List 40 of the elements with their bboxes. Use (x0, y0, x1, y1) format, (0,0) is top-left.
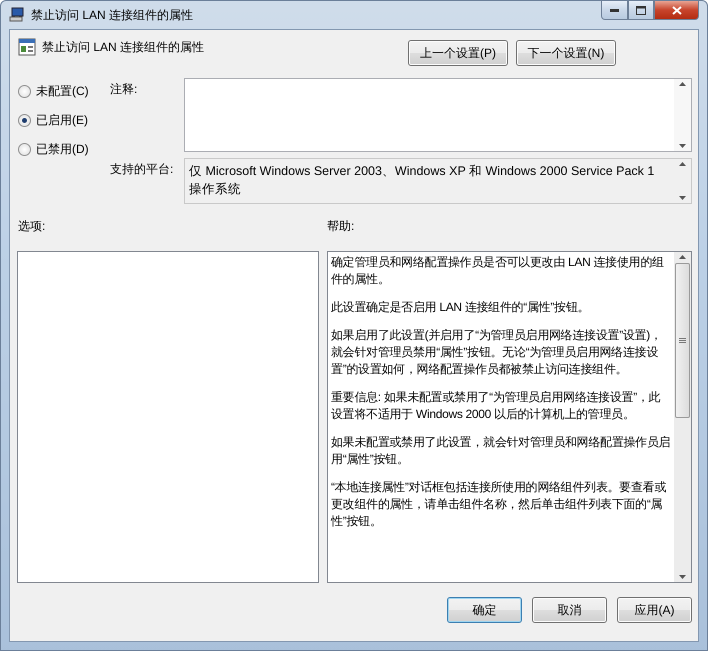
platform-text: 仅 Microsoft Windows Server 2003、Windows XP 和 Windows 2000 Service Pack 1 操作系统 (188, 163, 656, 198)
help-paragraph: 此设置确定是否启用 LAN 连接组件的“属性”按钮。 (331, 299, 590, 316)
radio-label[interactable]: 未配置(C) (36, 83, 89, 100)
help-paragraph: 重要信息: 如果未配置或禁用了“为管理员启用网络连接设置”，此设置将不适用于 Windows 2000 以后的计算机上的管理员。 (331, 389, 662, 423)
window-title: 禁止访问 LAN 连接组件的属性 (31, 6, 194, 24)
scroll-up-icon[interactable] (679, 255, 686, 259)
next-setting-button[interactable]: 下一个设置(N) (516, 40, 616, 66)
options-label: 选项: (18, 218, 46, 235)
help-label: 帮助: (327, 218, 356, 235)
dialog-button[interactable]: 取消 (532, 597, 607, 623)
scroll-thumb[interactable] (675, 263, 690, 418)
scroll-down-icon[interactable] (679, 196, 686, 200)
network-computer-icon (9, 7, 25, 23)
help-paragraph: “本地连接属性”对话框包括连接所使用的网络组件列表。要查看或更改组件的属性，请单击组件名称，然后单击组件列表下面的“属性”按钮。 (331, 479, 667, 530)
dialog-button[interactable]: 应用(A) (617, 597, 692, 623)
previous-setting-button[interactable]: 上一个设置(P) (408, 40, 508, 66)
scroll-down-icon[interactable] (679, 575, 686, 579)
scroll-up-icon[interactable] (679, 82, 686, 86)
maximize-icon (636, 6, 646, 14)
minimize-icon (610, 8, 619, 12)
help-paragraph: 如果启用了此设置(并启用了“为管理员启用网络连接设置”设置)，就会针对管理员禁用“属性”按钮。无论“为管理员启用网络连接设置”的设置如何，网络配置操作员都被禁止访问连接组件。 (331, 327, 663, 378)
dialog-button[interactable]: 确定 (447, 597, 522, 623)
policy-settings-icon (18, 38, 36, 56)
radio-label[interactable]: 已启用(E) (36, 112, 88, 129)
radio-button[interactable] (18, 85, 31, 98)
radio-label[interactable]: 已禁用(D) (36, 141, 89, 158)
close-icon (672, 6, 682, 14)
minimize-button[interactable] (601, 1, 628, 20)
platform-label: 支持的平台: (110, 161, 174, 178)
maximize-button[interactable] (628, 1, 654, 20)
comment-field[interactable] (184, 78, 692, 152)
help-paragraph: 如果未配置或禁用了此设置，就会针对管理员和网络配置操作员启用“属性”按钮。 (331, 434, 671, 468)
radio-button[interactable] (18, 143, 31, 156)
radio-button[interactable] (18, 114, 31, 127)
scroll-down-icon[interactable] (679, 144, 686, 148)
policy-title: 禁止访问 LAN 连接组件的属性 (42, 39, 206, 56)
scroll-up-icon[interactable] (679, 162, 686, 166)
close-button[interactable] (654, 1, 699, 20)
comment-label: 注释: (110, 81, 138, 98)
help-paragraph: 确定管理员和网络配置操作员是否可以更改由 LAN 连接使用的组件的属性。 (331, 254, 665, 288)
